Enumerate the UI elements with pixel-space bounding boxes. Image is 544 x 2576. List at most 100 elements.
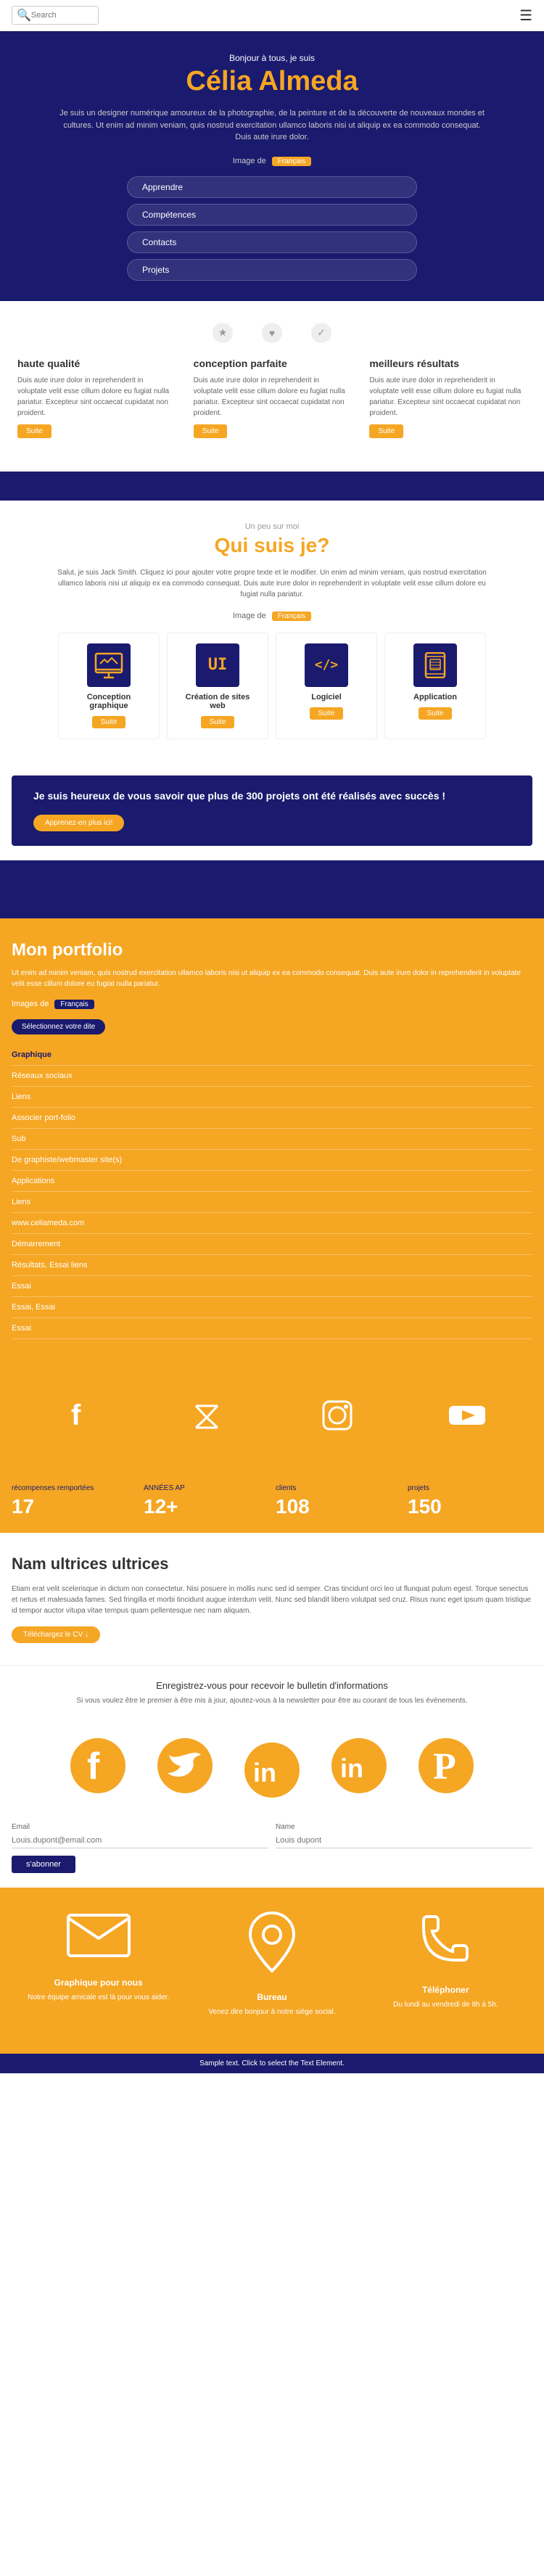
- hero-menu: Apprendre Compétences Contacts Projets: [127, 176, 417, 281]
- hamburger-menu[interactable]: ☰: [519, 7, 532, 25]
- contact-phone-desc: Du lundi au vendredi de 8h à 5h.: [359, 1999, 532, 2010]
- feature-btn-3[interactable]: Suite: [369, 424, 403, 438]
- portfolio-item-11[interactable]: Essai: [12, 1276, 532, 1297]
- feature-btn-2[interactable]: Suite: [194, 424, 228, 438]
- menu-item-contacts[interactable]: Contacts: [127, 231, 417, 253]
- testimonial-section: Nam ultrices ultrices Etiam erat velit s…: [0, 1533, 544, 1665]
- email-input[interactable]: [12, 1833, 268, 1848]
- feature-title-1: haute qualité: [17, 358, 175, 369]
- stats-section: récompenses remportées 17 ANNÉES AP 12+ …: [0, 1470, 544, 1533]
- contact-icons-row: Graphique pour nous Notre équipe amicale…: [12, 1909, 532, 2017]
- portfolio-item-6[interactable]: Applications: [12, 1171, 532, 1192]
- contact-phone-box: Téléphoner Du lundi au vendredi de 8h à …: [359, 1909, 532, 2017]
- social-icons-row: f: [0, 1361, 544, 1470]
- service-btn-logiciel[interactable]: Suite: [310, 707, 344, 720]
- portfolio-website[interactable]: www.celiameda.com: [12, 1213, 532, 1234]
- feature-col-2: conception parfaite Duis aute irure dolo…: [188, 358, 357, 438]
- feature-icon-3: ✓: [311, 323, 331, 346]
- hero-description: Je suis un designer numérique amoureux d…: [54, 107, 490, 144]
- callout-button[interactable]: Apprenez-en plus ici!: [33, 815, 124, 831]
- stat-projets: projets 150: [408, 1484, 532, 1518]
- portfolio-image-label: Images de Français: [12, 1000, 532, 1009]
- instagram-big-link[interactable]: in: [228, 1737, 316, 1804]
- stat-clients: clients 108: [276, 1484, 400, 1518]
- feature-text-2: Duis aute irure dolor in reprehenderit i…: [194, 375, 351, 419]
- service-title-application: Application: [395, 693, 475, 701]
- hero-image-label: Image de Français: [15, 157, 529, 166]
- service-card-web: UI Création de sites web Suite: [167, 633, 268, 739]
- hero-title: Célia Almeda: [15, 66, 529, 97]
- service-title-logiciel: Logiciel: [287, 693, 366, 701]
- search-box[interactable]: 🔍: [12, 6, 99, 25]
- twitter-box[interactable]: [156, 1375, 257, 1455]
- feature-icon-2: ♥: [262, 323, 282, 346]
- name-input[interactable]: [276, 1833, 532, 1848]
- newsletter-section: Enregistrez-vous pour recevoir le bullet…: [0, 1665, 544, 1729]
- portfolio-section: Mon portfolio Ut enim ad minim veniam, q…: [0, 918, 544, 1361]
- services-grid: Conception graphique Suite UI Création d…: [12, 633, 532, 739]
- portfolio-item-13[interactable]: Essai: [12, 1318, 532, 1339]
- portfolio-item-3[interactable]: Associer port-folio: [12, 1108, 532, 1129]
- portfolio-item-12[interactable]: Essai, Essai: [12, 1297, 532, 1318]
- pinterest-big-link[interactable]: P: [403, 1737, 490, 1804]
- stat-annees-value: 12+: [144, 1495, 268, 1518]
- download-cv-button[interactable]: Téléchargez le CV ↓: [12, 1626, 100, 1643]
- feature-title-2: conception parfaite: [194, 358, 351, 369]
- feature-btn-1[interactable]: Suite: [17, 424, 51, 438]
- email-contact-icon: [12, 1909, 185, 1972]
- service-btn-application[interactable]: Suite: [419, 707, 453, 720]
- portfolio-list: Graphique Réseaux sociaux Liens Associer…: [12, 1045, 532, 1339]
- service-title-graphique: Conception graphique: [69, 693, 149, 710]
- facebook-box[interactable]: f: [26, 1375, 128, 1455]
- portfolio-item-5[interactable]: De graphiste/webmaster site(s): [12, 1150, 532, 1171]
- portfolio-item-10[interactable]: Résultats, Essai liens: [12, 1255, 532, 1276]
- phone-contact-icon: [359, 1909, 532, 1979]
- portfolio-filter-button[interactable]: Sélectionnez votre dite: [12, 1019, 105, 1034]
- about-section: Un peu sur moi Qui suis je? Salut, je su…: [0, 501, 544, 761]
- portfolio-item-4[interactable]: Sub: [12, 1129, 532, 1150]
- facebook-big-link[interactable]: f: [54, 1737, 141, 1804]
- twitter-big-link[interactable]: [141, 1737, 228, 1804]
- portfolio-item-0[interactable]: Graphique: [12, 1045, 532, 1066]
- instagram-box[interactable]: [287, 1375, 388, 1455]
- portfolio-item-2[interactable]: Liens: [12, 1087, 532, 1108]
- callout-box: Je suis heureux de vous savoir que plus …: [12, 775, 532, 846]
- search-input[interactable]: [31, 11, 96, 20]
- linkedin-big-link[interactable]: in: [316, 1737, 403, 1804]
- menu-item-competences[interactable]: Compétences: [127, 204, 417, 226]
- features-section: ★ ♥ ✓ haute qualité Duis aute irure dolo…: [0, 301, 544, 472]
- contact-email-title: Graphique pour nous: [12, 1978, 185, 1988]
- subscribe-form: Email Name s'abonner: [0, 1811, 544, 1873]
- logiciel-icon: </>: [305, 643, 348, 687]
- menu-item-projets[interactable]: Projets: [127, 259, 417, 281]
- portfolio-item-9[interactable]: Démarrement: [12, 1234, 532, 1255]
- search-icon: 🔍: [17, 8, 31, 22]
- subscribe-button[interactable]: s'abonner: [12, 1856, 75, 1873]
- service-btn-web[interactable]: Suite: [201, 716, 235, 728]
- svg-text:f: f: [71, 1399, 81, 1431]
- form-row: Email Name: [0, 1823, 544, 1848]
- service-title-web: Création de sites web: [178, 693, 257, 710]
- menu-item-apprendre[interactable]: Apprendre: [127, 176, 417, 198]
- feature-title-3: meilleurs résultats: [369, 358, 527, 369]
- service-btn-graphique[interactable]: Suite: [92, 716, 126, 728]
- feature-text-3: Duis aute irure dolor in reprehenderit i…: [369, 375, 527, 419]
- svg-text:P: P: [433, 1746, 456, 1787]
- email-field-wrapper: Email: [12, 1823, 268, 1848]
- portfolio-item-7[interactable]: Liens: [12, 1192, 532, 1213]
- contact-email-box: Graphique pour nous Notre équipe amicale…: [12, 1909, 185, 2017]
- svg-text:in: in: [340, 1753, 363, 1783]
- youtube-box[interactable]: [416, 1375, 518, 1455]
- feature-col-3: meilleurs résultats Duis aute irure dolo…: [363, 358, 532, 438]
- footer: Sample text. Click to select the Text El…: [0, 2054, 544, 2073]
- features-icons: ★ ♥ ✓: [12, 323, 532, 346]
- hero-section: Bonjour à tous, je suis Célia Almeda Je …: [0, 31, 544, 301]
- feature-text-1: Duis aute irure dolor in reprehenderit i…: [17, 375, 175, 419]
- testimonial-text: Etiam erat velit scelerisque in dictum n…: [12, 1584, 532, 1616]
- stats-row: récompenses remportées 17 ANNÉES AP 12+ …: [12, 1484, 532, 1518]
- portfolio-item-1[interactable]: Réseaux sociaux: [12, 1066, 532, 1087]
- creation-sites-web-icon: UI: [196, 643, 239, 687]
- stat-annees-label: ANNÉES AP: [144, 1484, 268, 1492]
- service-card-graphique: Conception graphique Suite: [58, 633, 160, 739]
- about-title: Qui suis je?: [12, 534, 532, 557]
